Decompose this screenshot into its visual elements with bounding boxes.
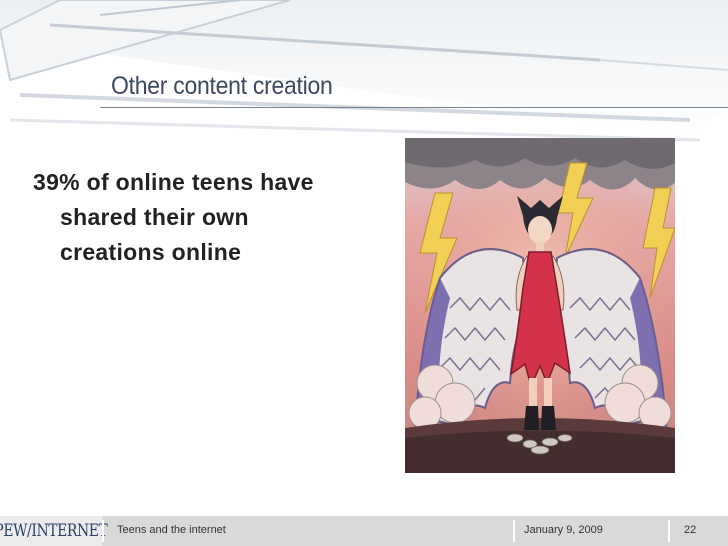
- footer-presentation-title: Teens and the internet: [117, 524, 226, 536]
- footer-divider: [102, 520, 104, 542]
- artwork-image: [405, 138, 675, 473]
- slide: Other content creation 39% of online tee…: [0, 0, 728, 546]
- footer-divider: [513, 520, 515, 542]
- pew-internet-logo: PEW/INTERNET: [0, 516, 108, 546]
- footer-bar: PEW/INTERNET Teens and the internet Janu…: [0, 516, 728, 546]
- bullet-point: 39% of online teens have shared their ow…: [33, 169, 314, 265]
- footer-page-number: 22: [684, 524, 697, 536]
- logo-text: PEW/INTERNET: [0, 521, 108, 541]
- footer-divider: [668, 520, 670, 542]
- title-underline: [100, 107, 728, 108]
- footer-date: January 9, 2009: [524, 524, 603, 536]
- slide-title: Other content creation: [111, 72, 333, 100]
